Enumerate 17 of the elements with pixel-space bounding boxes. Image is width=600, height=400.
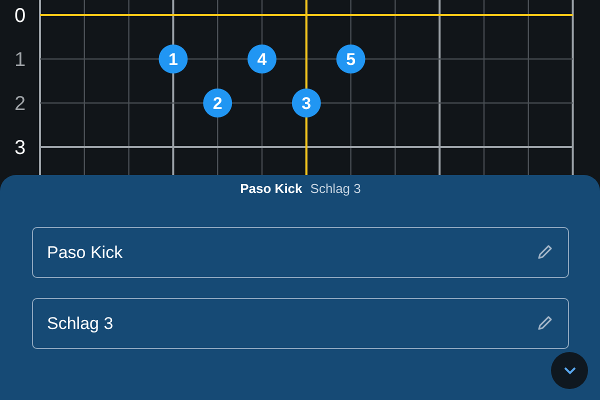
step-marker[interactable]: 2 — [203, 88, 232, 118]
pencil-icon[interactable] — [537, 244, 553, 260]
row-number: 1 — [14, 49, 26, 71]
row-number: 3 — [14, 137, 26, 159]
step-marker[interactable]: 1 — [158, 44, 188, 74]
sheet-subtitle: Schlag 3 — [310, 180, 361, 196]
row-number: 2 — [14, 93, 26, 115]
pencil-icon[interactable] — [537, 315, 553, 331]
row-number: 0 — [14, 5, 26, 27]
sheet-title: Paso Kick — [240, 180, 302, 196]
text-field[interactable]: Paso Kick — [32, 227, 569, 278]
step-marker[interactable]: 4 — [248, 44, 276, 74]
chevron-down-icon — [562, 366, 576, 375]
text-field[interactable]: Schlag 3 — [32, 298, 569, 349]
step-marker[interactable]: 3 — [292, 88, 321, 118]
step-marker[interactable]: 5 — [336, 44, 366, 74]
collapse-button[interactable] — [551, 352, 588, 389]
